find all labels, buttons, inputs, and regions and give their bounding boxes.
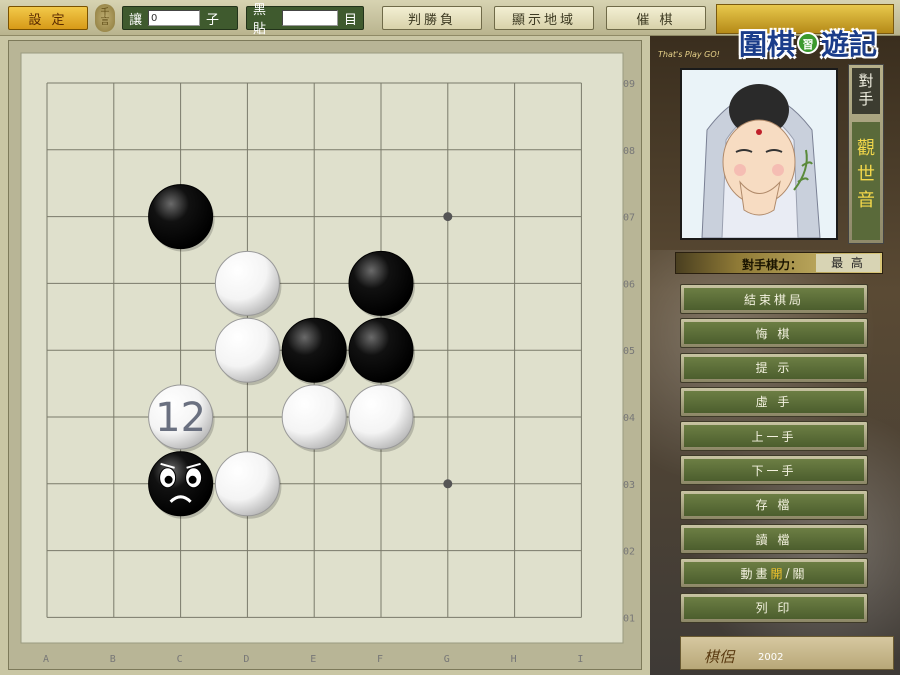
previous-move-button[interactable]: 上一手 xyxy=(680,421,868,452)
animation-off-option[interactable]: 關 xyxy=(793,565,808,582)
load-label: 讀 檔 xyxy=(684,528,864,551)
animation-on-option[interactable]: 開 xyxy=(770,565,785,582)
pass-label: 虛 手 xyxy=(684,390,864,413)
next-move-button[interactable]: 下一手 xyxy=(680,455,868,486)
komi-label: 黑貼 xyxy=(253,3,267,37)
logo-text-1: 圍棋 xyxy=(738,28,795,61)
opponent-name: 觀世音 xyxy=(852,122,880,240)
animation-label: 動畫 xyxy=(740,566,771,581)
row-label: 04 xyxy=(623,413,635,424)
go-board[interactable]: 12 09 08 07 06 05 04 03 02 01 A B C D E F G H I xyxy=(9,41,643,671)
animation-separator: / xyxy=(785,566,793,581)
row-label: 03 xyxy=(623,480,635,491)
handicap-control: 讓 子 xyxy=(122,6,238,30)
seal-char-2: 言 xyxy=(100,17,110,27)
logo-text-2: 遊記 xyxy=(821,28,878,61)
row-labels: 09 08 07 06 05 04 03 02 01 xyxy=(623,79,635,624)
column-label: D xyxy=(243,654,249,665)
action-menu: 結束棋局 悔 棋 提 示 虛 手 上一手 下一手 存 檔 讀 檔 動畫 開 / … xyxy=(680,284,868,627)
handicap-unit: 子 xyxy=(206,12,220,28)
strength-label: 對手棋力： xyxy=(742,258,803,272)
star-point xyxy=(443,212,453,222)
animation-toggle-label: 動畫 開 / 關 xyxy=(684,562,864,585)
end-game-label: 結束棋局 xyxy=(684,288,864,310)
guanyin-portrait-icon xyxy=(682,70,836,238)
row-label: 02 xyxy=(623,547,635,558)
load-button[interactable]: 讀 檔 xyxy=(680,524,868,555)
row-label: 01 xyxy=(623,613,635,624)
show-territory-button[interactable]: 顯示地域 xyxy=(494,6,594,30)
column-label: I xyxy=(577,654,583,665)
column-label: H xyxy=(511,654,517,665)
opponent-tab[interactable]: 對手 xyxy=(852,68,880,114)
save-button[interactable]: 存 檔 xyxy=(680,489,868,520)
undo-label: 悔 棋 xyxy=(684,322,864,345)
judge-result-button[interactable]: 判勝負 xyxy=(382,6,482,30)
pass-button[interactable]: 虛 手 xyxy=(680,386,868,417)
column-label: C xyxy=(177,654,183,665)
previous-move-label: 上一手 xyxy=(684,425,864,448)
strength-value[interactable]: 最 高 xyxy=(816,254,880,272)
animation-toggle-button[interactable]: 動畫 開 / 關 xyxy=(680,558,868,589)
save-label: 存 檔 xyxy=(684,493,864,516)
column-label: E xyxy=(310,654,316,665)
signature: 棋侶 xyxy=(704,648,735,666)
row-label: 06 xyxy=(623,279,635,290)
game-logo: 圍棋 習 遊記 xyxy=(724,18,892,68)
undo-button[interactable]: 悔 棋 xyxy=(680,318,868,349)
komi-input[interactable] xyxy=(281,10,338,26)
opponent-portrait xyxy=(680,68,838,240)
row-label: 07 xyxy=(623,213,635,224)
column-label: B xyxy=(110,654,116,665)
handicap-input[interactable] xyxy=(148,10,201,26)
row-label: 09 xyxy=(623,79,635,90)
urge-move-button[interactable]: 催 棋 xyxy=(606,6,706,30)
board-panel: 12 09 08 07 06 05 04 03 02 01 A B C D E F G H I xyxy=(8,40,642,670)
star-point xyxy=(443,479,453,489)
seal-icon: 千 言 xyxy=(95,4,115,32)
column-label: G xyxy=(444,654,450,665)
row-label: 05 xyxy=(623,346,635,357)
komi-control: 黑貼 目 xyxy=(246,3,364,37)
row-label: 08 xyxy=(623,146,635,157)
hint-button[interactable]: 提 示 xyxy=(680,352,868,383)
handicap-label: 讓 xyxy=(129,12,143,28)
column-labels: A B C D E F G H I xyxy=(43,654,583,665)
logo-badge-icon: 習 xyxy=(797,32,819,54)
settings-button[interactable]: 設 定 xyxy=(8,6,88,30)
tagline: That's Play GO! xyxy=(658,50,720,59)
end-game-button[interactable]: 結束棋局 xyxy=(680,284,868,314)
move-number-label: 12 xyxy=(155,395,206,441)
print-label: 列 印 xyxy=(684,596,864,619)
hint-label: 提 示 xyxy=(684,356,864,379)
year-label: 2002 xyxy=(758,652,784,663)
print-button[interactable]: 列 印 xyxy=(680,592,868,623)
column-label: F xyxy=(377,654,383,665)
next-move-label: 下一手 xyxy=(684,459,864,482)
column-label: A xyxy=(43,654,49,665)
komi-unit: 目 xyxy=(343,12,357,28)
